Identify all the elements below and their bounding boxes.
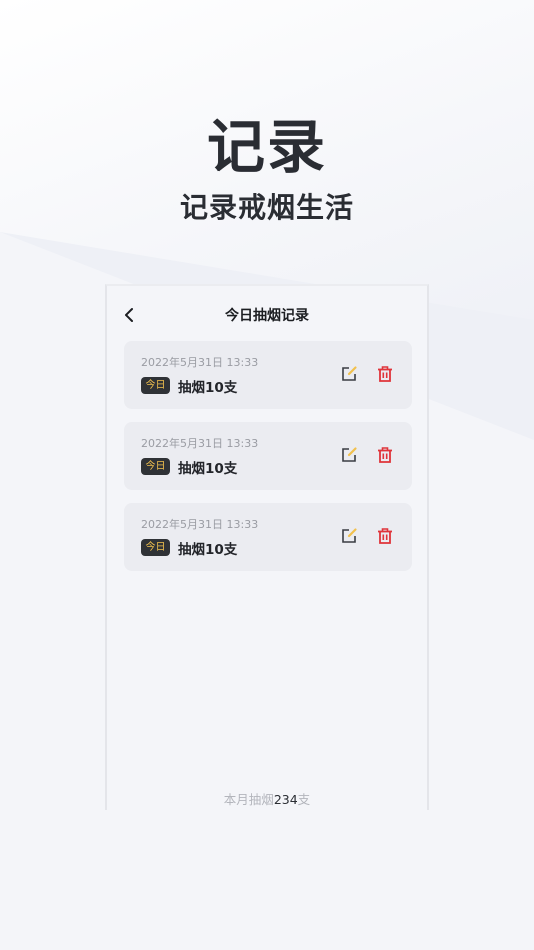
record-item: 2022年5月31日 13:33 今日 抽烟10支 (124, 422, 412, 490)
today-badge: 今日 (141, 458, 170, 475)
record-time: 2022年5月31日 13:33 (141, 518, 259, 531)
record-text: 抽烟10支 (178, 380, 238, 396)
summary-count: 234 (273, 792, 298, 807)
phone-screen: 今日抽烟记录 2022年5月31日 13:33 今日 抽烟10支 2022年5月… (105, 284, 429, 810)
today-badge: 今日 (141, 377, 170, 394)
trash-icon[interactable] (376, 527, 394, 545)
trash-icon[interactable] (376, 446, 394, 464)
record-time: 2022年5月31日 13:33 (141, 437, 259, 450)
record-item: 2022年5月31日 13:33 今日 抽烟10支 (124, 341, 412, 409)
trash-icon[interactable] (376, 365, 394, 383)
edit-icon[interactable] (340, 446, 358, 464)
hero-subtitle: 记录戒烟生活 (179, 191, 354, 224)
record-time: 2022年5月31日 13:33 (141, 356, 259, 369)
nav-bar: 今日抽烟记录 (107, 302, 427, 328)
edit-icon[interactable] (340, 527, 358, 545)
summary-prefix: 本月抽烟 (223, 792, 274, 807)
summary-suffix: 支 (297, 792, 311, 807)
today-badge: 今日 (141, 539, 170, 556)
record-item: 2022年5月31日 13:33 今日 抽烟10支 (124, 503, 412, 571)
hero-title: 记录 (206, 113, 327, 181)
page-title: 今日抽烟记录 (225, 308, 309, 324)
record-text: 抽烟10支 (178, 542, 238, 558)
record-text: 抽烟10支 (178, 461, 238, 477)
edit-icon[interactable] (340, 365, 358, 383)
monthly-summary: 本月抽烟234支 (107, 789, 427, 808)
